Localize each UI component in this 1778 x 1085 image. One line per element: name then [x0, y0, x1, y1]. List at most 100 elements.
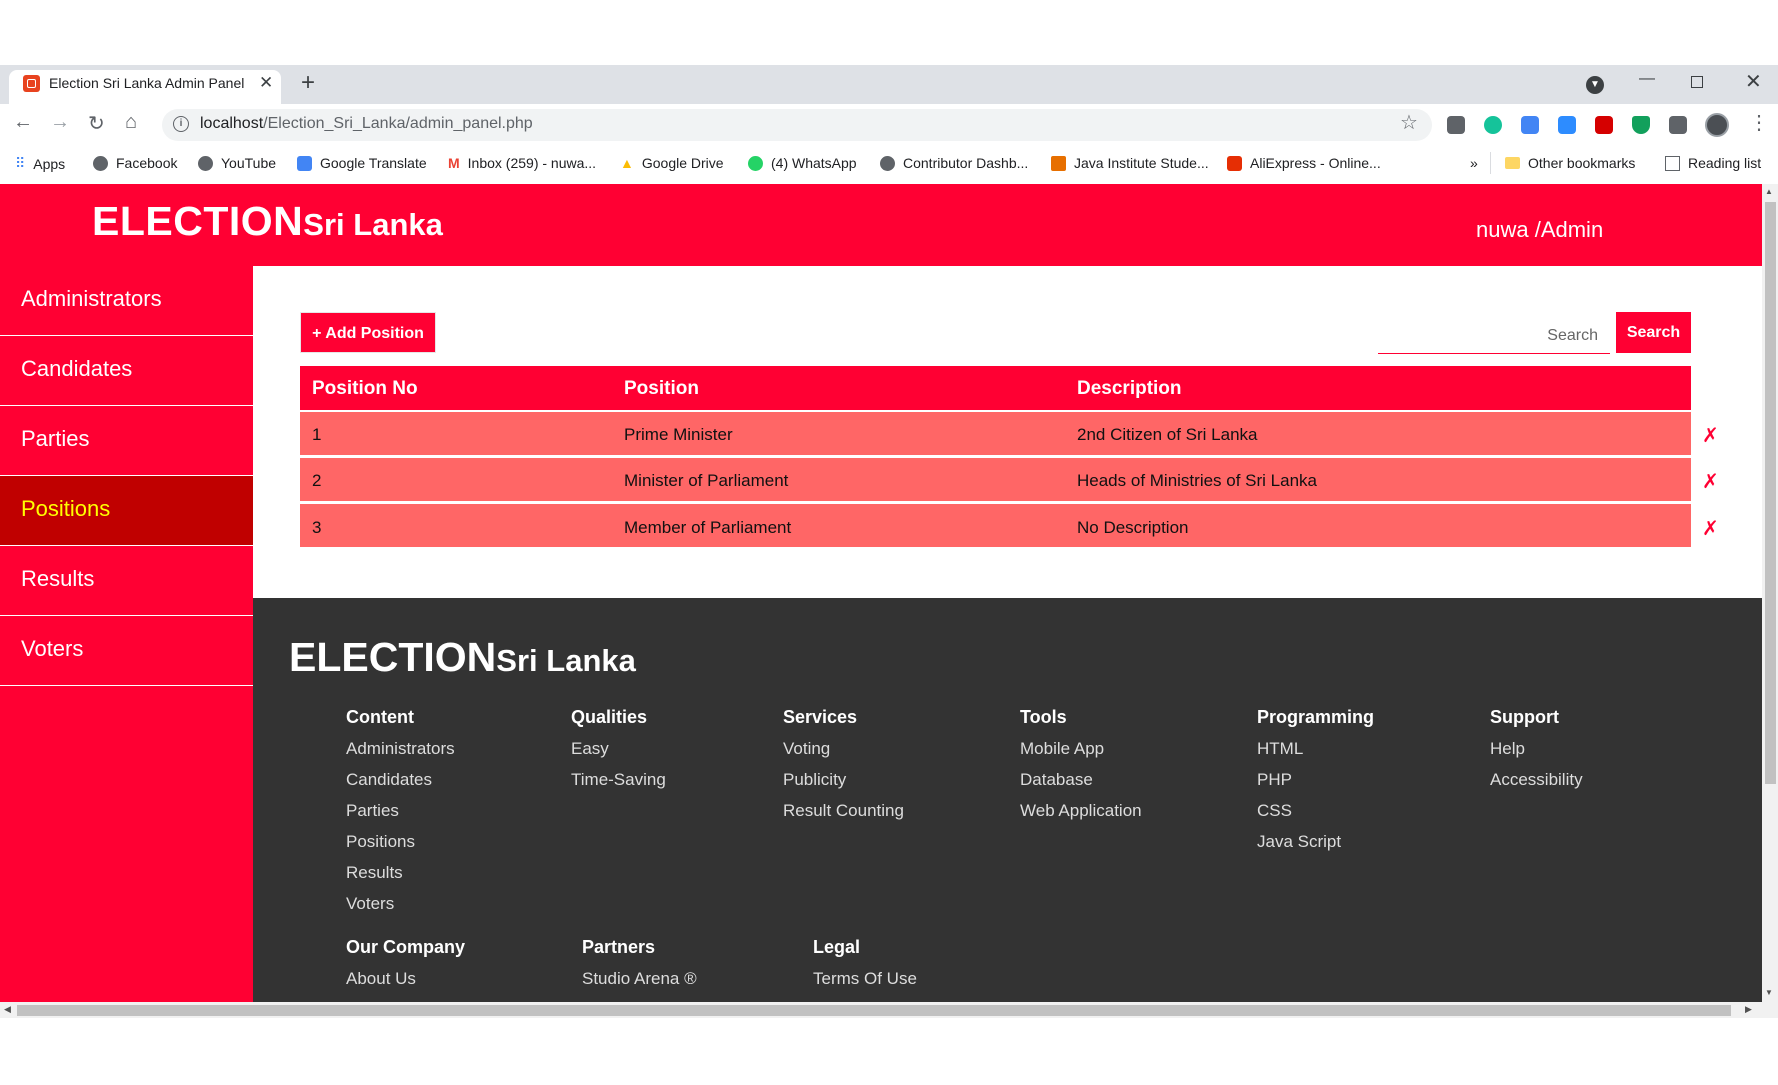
scroll-right-arrow-icon[interactable]: ▶	[1745, 1004, 1752, 1015]
footer-link[interactable]: Java Script	[1257, 832, 1341, 852]
footer-link[interactable]: Result Counting	[783, 801, 904, 821]
bookmark-label: Google Translate	[320, 155, 427, 171]
site-info-icon[interactable]: i	[173, 116, 189, 132]
bookmark-star-icon[interactable]: ☆	[1400, 110, 1418, 135]
bookmark-google-translate[interactable]: Google Translate	[297, 155, 427, 171]
horizontal-scroll-thumb[interactable]	[17, 1005, 1731, 1016]
footer-heading-partners: Partners	[582, 937, 656, 957]
java-icon	[1051, 155, 1066, 171]
tab-title: Election Sri Lanka Admin Panel	[49, 75, 245, 91]
tab-search-icon[interactable]: ▼	[1586, 76, 1604, 94]
logo-small-text: Sri Lanka	[303, 207, 443, 242]
sidebar-item-positions[interactable]: Positions	[0, 476, 253, 546]
browser-menu-icon[interactable]: ⋮	[1749, 110, 1769, 135]
footer-link[interactable]: PHP	[1257, 770, 1292, 790]
footer-link[interactable]: CSS	[1257, 801, 1292, 821]
bookmark-google-drive[interactable]: ▲ Google Drive	[620, 155, 724, 171]
sidebar-item-parties[interactable]: Parties	[0, 406, 253, 476]
footer-link[interactable]: Voters	[346, 894, 394, 914]
back-arrow-icon[interactable]: ←	[13, 111, 33, 134]
bookmark-whatsapp[interactable]: (4) WhatsApp	[748, 155, 857, 171]
user-label[interactable]: nuwa /Admin	[1476, 217, 1603, 243]
delete-row-icon[interactable]: ✗	[1702, 423, 1719, 448]
search-button[interactable]: Search	[1616, 312, 1691, 353]
reading-list[interactable]: Reading list	[1665, 155, 1761, 171]
footer-link[interactable]: Terms Of Use	[813, 969, 917, 989]
window-close-icon[interactable]: ✕	[1745, 69, 1762, 94]
bookmark-apps[interactable]: ⠿ Apps	[15, 155, 65, 172]
bookmark-contributor[interactable]: Contributor Dashb...	[880, 155, 1028, 171]
cell-description: Heads of Ministries of Sri Lanka	[1077, 471, 1317, 490]
bookmark-java-institute[interactable]: Java Institute Stude...	[1051, 155, 1209, 171]
sidebar-item-administrators[interactable]: Administrators	[0, 266, 253, 336]
whatsapp-icon	[748, 155, 763, 171]
footer-link[interactable]: Parties	[346, 801, 399, 821]
footer-link[interactable]: Results	[346, 863, 403, 883]
footer-link[interactable]: About Us	[346, 969, 416, 989]
extensions-puzzle-icon[interactable]	[1669, 116, 1687, 134]
vertical-scroll-thumb[interactable]	[1765, 202, 1776, 784]
extension-cast-icon[interactable]	[1447, 116, 1465, 134]
sidebar-item-candidates[interactable]: Candidates	[0, 336, 253, 406]
footer-link[interactable]: Studio Arena ®	[582, 969, 697, 989]
grammarly-icon[interactable]	[1484, 116, 1502, 134]
search-input[interactable]	[1378, 318, 1610, 354]
bookmark-youtube[interactable]: YouTube	[198, 155, 276, 171]
url-text[interactable]: localhost/Election_Sri_Lanka/admin_panel…	[200, 115, 533, 133]
cell-position: Prime Minister	[624, 425, 733, 444]
bookmark-other[interactable]: Other bookmarks	[1505, 155, 1635, 171]
home-icon[interactable]: ⌂	[125, 111, 137, 134]
minimize-icon[interactable]: —	[1639, 70, 1655, 88]
delete-row-icon[interactable]: ✗	[1702, 516, 1719, 541]
pdf-extension-icon[interactable]	[1595, 116, 1613, 134]
table-row	[300, 456, 1691, 501]
sidebar-item-results[interactable]: Results	[0, 546, 253, 616]
footer-link[interactable]: Help	[1490, 739, 1525, 759]
bookmark-aliexpress[interactable]: AliExpress - Online...	[1227, 155, 1381, 171]
new-tab-plus-icon[interactable]: +	[301, 69, 315, 97]
footer-link[interactable]: Mobile App	[1020, 739, 1104, 759]
forward-arrow-icon[interactable]: →	[50, 111, 70, 134]
footer-link[interactable]: Easy	[571, 739, 609, 759]
bookmarks-overflow[interactable]: »	[1470, 155, 1478, 171]
footer-link[interactable]: Web Application	[1020, 801, 1142, 821]
cell-position: Member of Parliament	[624, 518, 792, 537]
footer-heading-qualities: Qualities	[571, 707, 648, 727]
footer-link[interactable]: HTML	[1257, 739, 1303, 759]
footer-link[interactable]: Accessibility	[1490, 770, 1583, 790]
add-position-button[interactable]: + Add Position	[300, 312, 436, 353]
xampp-favicon-icon	[23, 75, 40, 92]
zoom-extension-icon[interactable]	[1558, 116, 1576, 134]
footer-link[interactable]: Voting	[783, 739, 830, 759]
scroll-up-arrow-icon[interactable]: ▲	[1765, 187, 1773, 196]
scroll-down-arrow-icon[interactable]: ▼	[1765, 988, 1773, 997]
delete-row-icon[interactable]: ✗	[1702, 469, 1719, 494]
restore-icon[interactable]	[1691, 76, 1703, 88]
footer-heading-content: Content	[346, 707, 414, 727]
footer-heading-programming: Programming	[1257, 707, 1375, 727]
reload-icon[interactable]: ↻	[88, 111, 105, 136]
bookmark-inbox[interactable]: M Inbox (259) - nuwa...	[448, 155, 596, 171]
bookmark-label: Other bookmarks	[1528, 155, 1636, 171]
bookmark-label: Apps	[33, 155, 66, 172]
scroll-left-arrow-icon[interactable]: ◀	[4, 1004, 11, 1015]
footer-link[interactable]: Candidates	[346, 770, 432, 790]
bookmark-label: Google Drive	[641, 155, 724, 171]
translate-icon	[297, 155, 312, 171]
bookmark-facebook[interactable]: Facebook	[93, 155, 177, 171]
globe-icon	[93, 155, 108, 171]
tab-close-icon[interactable]: ✕	[259, 73, 273, 93]
footer-link[interactable]: Database	[1020, 770, 1093, 790]
sidebar-item-voters[interactable]: Voters	[0, 616, 253, 686]
site-logo[interactable]: ELECTIONSri Lanka	[92, 198, 443, 245]
shield-extension-icon[interactable]	[1632, 116, 1650, 134]
translate-extension-icon[interactable]	[1521, 116, 1539, 134]
footer-link[interactable]: Administrators	[346, 739, 455, 759]
table-row	[300, 410, 1691, 455]
footer-link[interactable]: Positions	[346, 832, 415, 852]
profile-avatar[interactable]	[1705, 113, 1729, 137]
footer-link[interactable]: Publicity	[783, 770, 846, 790]
table-header	[300, 366, 1691, 410]
cell-position-no: 1	[312, 425, 322, 444]
footer-link[interactable]: Time-Saving	[571, 770, 666, 790]
